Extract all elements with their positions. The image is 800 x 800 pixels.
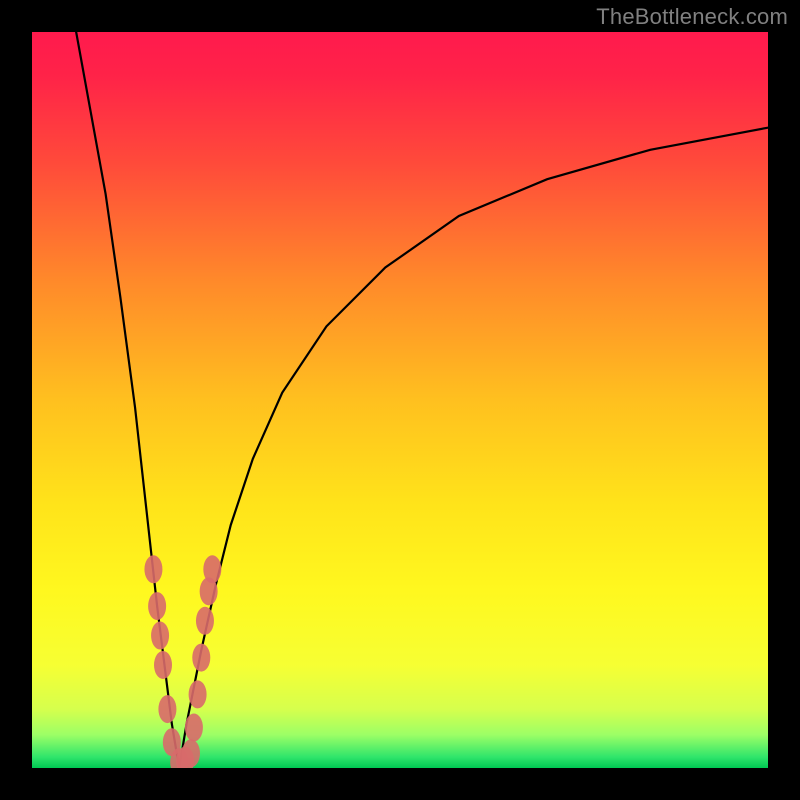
marker-point [158, 695, 176, 723]
marker-point [154, 651, 172, 679]
curve-right-branch [179, 128, 768, 768]
marker-point [185, 714, 203, 742]
marker-point [144, 555, 162, 583]
marker-point [148, 592, 166, 620]
marker-point [192, 644, 210, 672]
marker-point [151, 622, 169, 650]
plot-area [32, 32, 768, 768]
marker-point [189, 680, 207, 708]
watermark-text: TheBottleneck.com [596, 4, 788, 30]
chart-frame: TheBottleneck.com [0, 0, 800, 800]
marker-point [203, 555, 221, 583]
marker-point [196, 607, 214, 635]
bottleneck-curve [32, 32, 768, 768]
marker-point [182, 739, 200, 767]
